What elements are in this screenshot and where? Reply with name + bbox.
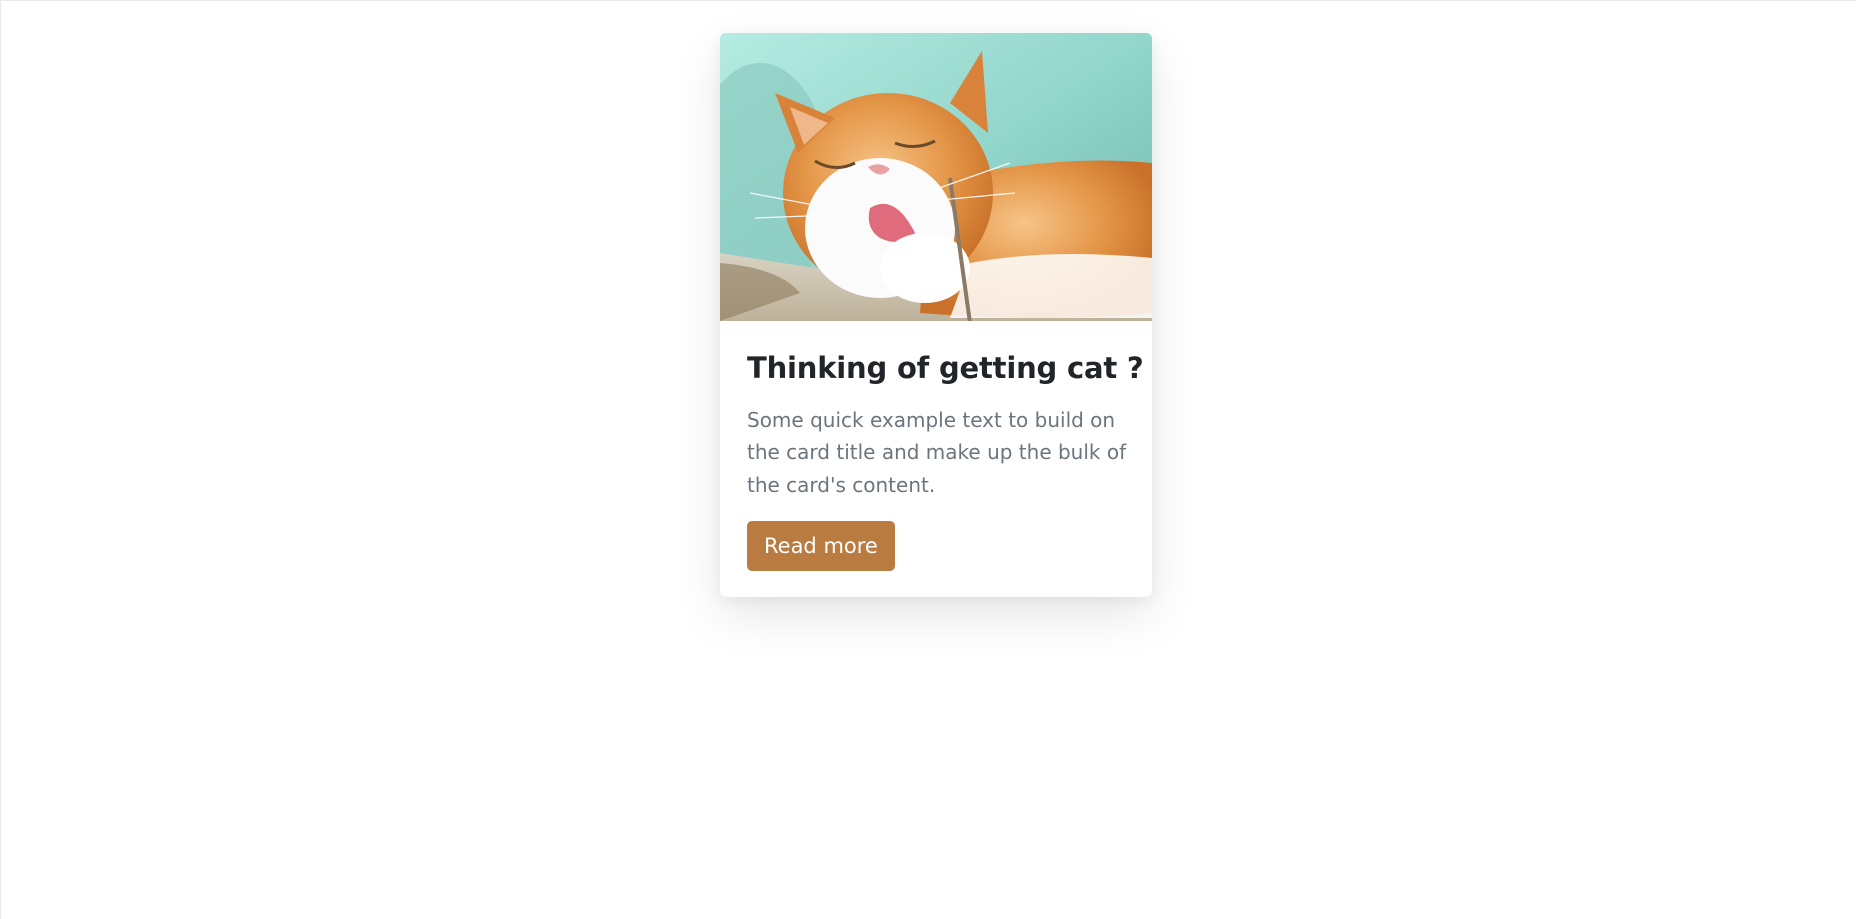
card-body: Thinking of getting cat ? Some quick exa… bbox=[720, 321, 1152, 597]
cat-card: Thinking of getting cat ? Some quick exa… bbox=[720, 33, 1152, 597]
cat-photo bbox=[720, 33, 1152, 321]
cat-illustration bbox=[720, 33, 1152, 321]
card-description: Some quick example text to build on the … bbox=[747, 407, 1127, 497]
read-more-button[interactable]: Read more bbox=[747, 521, 895, 572]
card-title: Thinking of getting cat ? bbox=[747, 351, 1144, 385]
